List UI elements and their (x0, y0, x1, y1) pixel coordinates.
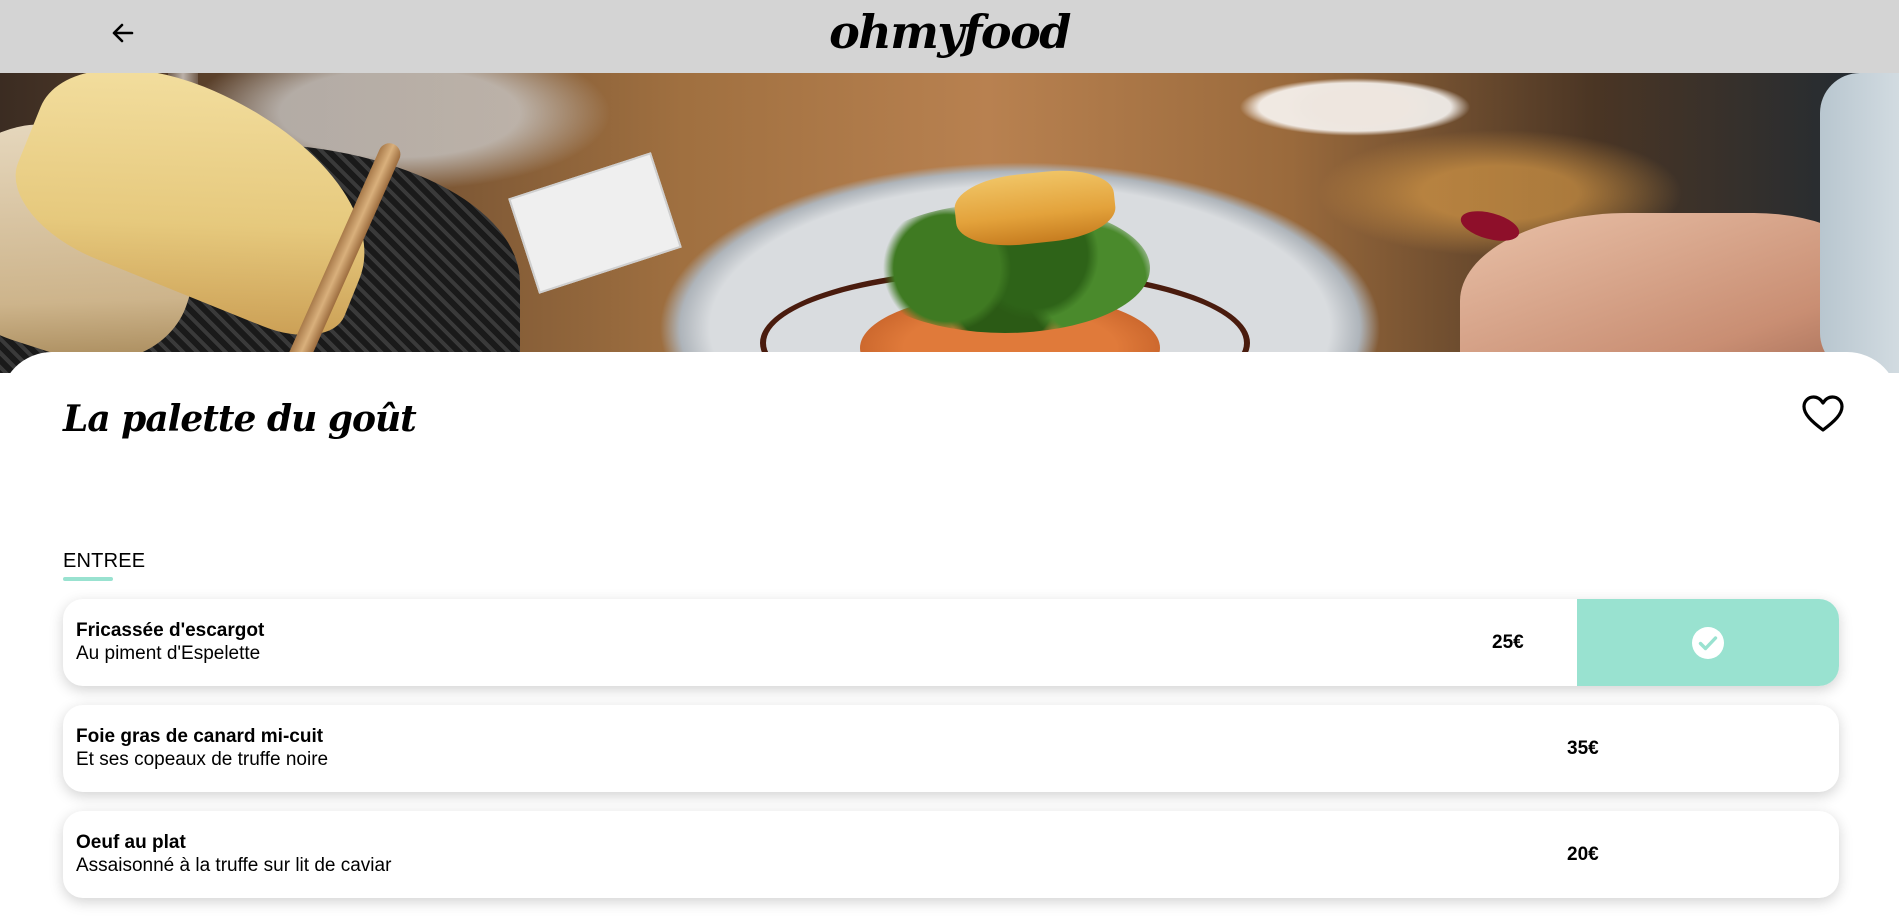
dish-description: Au piment d'Espelette (76, 643, 261, 664)
dish-description: Et ses copeaux de truffe noire (76, 749, 329, 770)
sleeve (1820, 73, 1899, 373)
dish-price: 25€ (1492, 632, 1524, 653)
menu-item[interactable]: Foie gras de canard mi-cuit Et ses copea… (63, 705, 1839, 792)
hand (1460, 213, 1880, 373)
dish-price: 35€ (1567, 738, 1599, 759)
dish-description: Assaisonné à la truffe sur lit de caviar (76, 855, 392, 876)
heart-outline-icon (1802, 395, 1844, 432)
app-header: ohmyfood (0, 0, 1899, 73)
restaurant-title: La palette du goût (63, 398, 417, 440)
menu-item[interactable]: Fricassée d'escargot Au piment d'Espelet… (63, 599, 1839, 686)
menu-item[interactable]: Oeuf au plat Assaisonné à la truffe sur … (63, 811, 1839, 898)
table-card (508, 152, 682, 294)
check-circle-icon (1692, 626, 1724, 659)
dish-name: Oeuf au plat (76, 832, 186, 853)
menu-section-title: ENTREE (63, 550, 146, 572)
app-logo[interactable]: ohmyfood (0, 2, 1899, 62)
hero-image (0, 73, 1899, 373)
section-underline (63, 577, 113, 581)
favorite-button[interactable] (1801, 394, 1845, 434)
dish-price: 20€ (1567, 844, 1599, 865)
restaurant-content: La palette du goût ENTREE Fricassée d'es… (0, 352, 1899, 918)
selected-indicator[interactable] (1577, 599, 1839, 686)
dish-name: Fricassée d'escargot (76, 620, 265, 641)
dish-name: Foie gras de canard mi-cuit (76, 726, 324, 747)
